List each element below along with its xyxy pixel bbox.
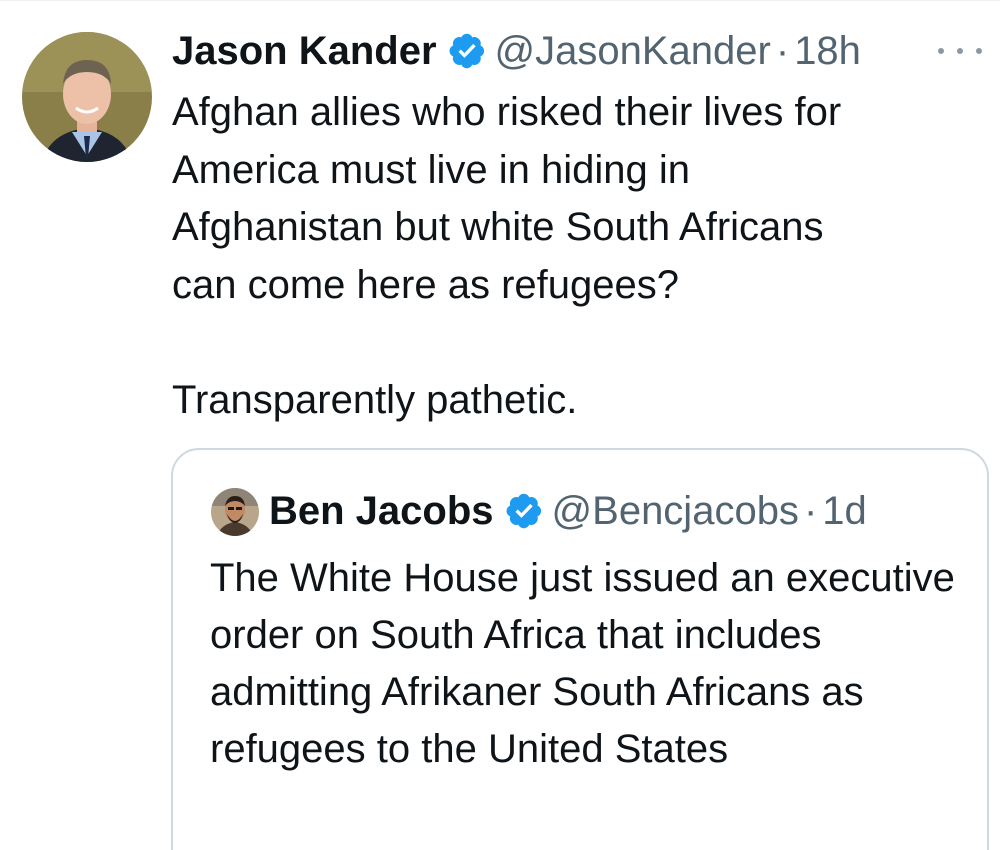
- verified-badge-icon[interactable]: [504, 491, 544, 531]
- quoted-author-avatar[interactable]: [211, 488, 259, 536]
- quoted-tweet-timestamp[interactable]: 1d: [822, 485, 867, 537]
- author-handle[interactable]: @JasonKander: [495, 25, 771, 77]
- quoted-author-handle[interactable]: @Bencjacobs: [552, 485, 799, 537]
- author-avatar[interactable]: [22, 32, 152, 162]
- tweet-timestamp[interactable]: 18h: [794, 25, 861, 77]
- tweet[interactable]: Jason Kander @JasonKander · 18h Afghan a…: [0, 0, 1000, 850]
- more-dot: [976, 48, 982, 54]
- quoted-author-display-name[interactable]: Ben Jacobs: [269, 485, 494, 537]
- quoted-tweet-header: Ben Jacobs @Bencjacobs · 1d: [269, 485, 867, 537]
- more-dot: [957, 48, 963, 54]
- more-dot: [938, 48, 944, 54]
- author-display-name[interactable]: Jason Kander: [172, 25, 437, 77]
- quoted-tweet[interactable]: Ben Jacobs @Bencjacobs · 1d The White Ho…: [171, 448, 989, 850]
- divider: [0, 0, 1000, 1]
- separator-dot: ·: [775, 29, 790, 73]
- tweet-text: Afghan allies who risked their lives for…: [172, 90, 842, 422]
- separator-dot: ·: [803, 489, 818, 533]
- tweet-header: Jason Kander @JasonKander · 18h: [172, 25, 861, 77]
- more-horizontal-icon[interactable]: [938, 38, 982, 64]
- verified-badge-icon[interactable]: [447, 31, 487, 71]
- quoted-tweet-text: The White House just issued an executive…: [210, 556, 955, 771]
